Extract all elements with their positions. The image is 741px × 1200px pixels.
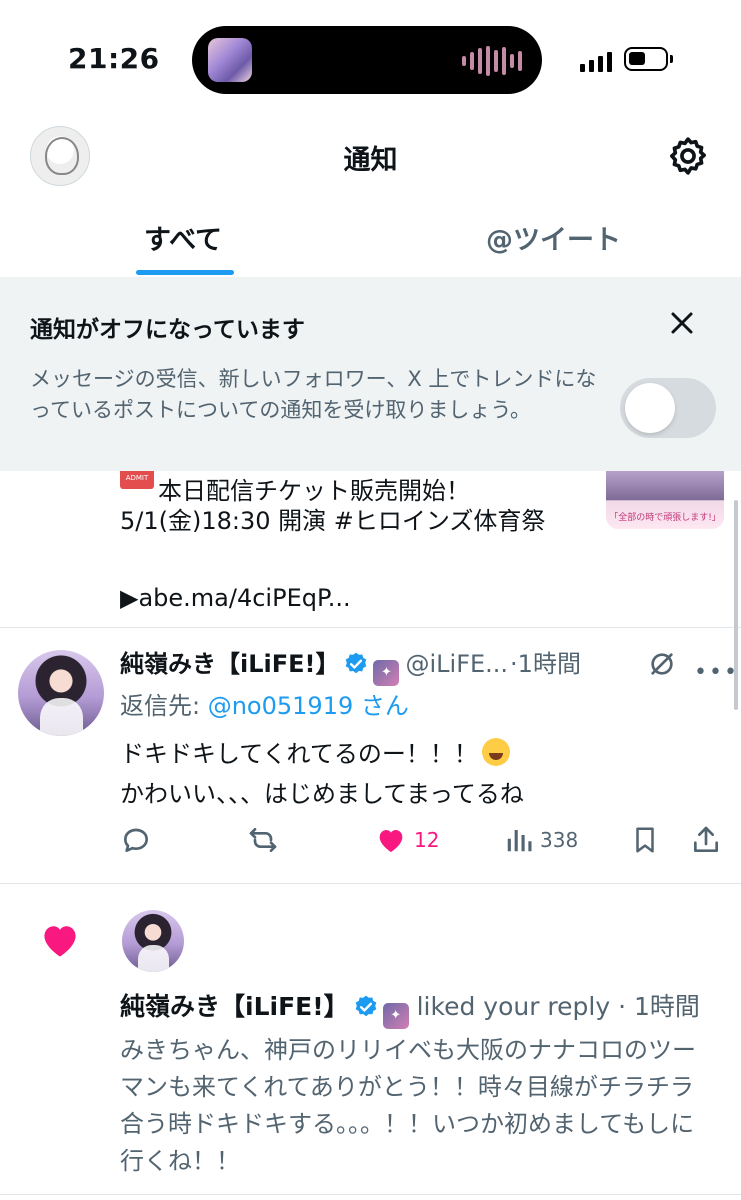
post-author-avatar[interactable]: [18, 650, 104, 736]
banner-title: 通知がオフになっています: [30, 317, 305, 343]
heart-filled-icon: [379, 830, 403, 852]
more-options-icon[interactable]: •••: [694, 660, 739, 685]
reply-icon: [124, 828, 148, 852]
affiliate-badge-icon: ✦: [382, 1003, 409, 1029]
views-icon: [507, 830, 532, 852]
notifications-toggle[interactable]: [620, 378, 716, 438]
post-author-name[interactable]: 純嶺みき【iLiFE!】: [120, 650, 339, 678]
like-action-text: liked your reply: [416, 992, 611, 1021]
liker-name[interactable]: 純嶺みき【iLiFE!】: [120, 992, 349, 1021]
repost-button[interactable]: [246, 824, 280, 856]
signal-icon: [580, 50, 612, 72]
tab-indicator: [136, 270, 234, 275]
liker-avatar[interactable]: [122, 910, 184, 972]
views-button[interactable]: 338: [504, 824, 578, 856]
reply-prefix: 返信先:: [120, 692, 208, 720]
close-icon[interactable]: [664, 305, 700, 341]
repost-icon: [249, 828, 277, 852]
verified-badge-icon: [355, 995, 376, 1017]
reply-mention[interactable]: @no051919 さん: [208, 692, 409, 720]
tab-mentions[interactable]: @ツイート: [486, 218, 621, 257]
toggle-knob: [625, 383, 675, 433]
divider: [0, 883, 741, 884]
crying-laughing-cat-emoji: [481, 738, 510, 766]
dynamic-island[interactable]: [192, 26, 542, 94]
previous-post-text1: 本日配信チケット販売開始！: [158, 477, 470, 505]
reply-to: 返信先: @no051919 さん: [120, 690, 409, 722]
bookmark-button[interactable]: [630, 824, 660, 856]
banner-text: メッセージの受信、新しいフォロワー、X 上でトレンドになっているポストについての…: [30, 367, 597, 422]
like-button[interactable]: 12: [374, 824, 439, 856]
share-button[interactable]: [690, 824, 722, 856]
post-body: ドキドキしてくれてるのー！！！ かわいい、、、はじめましてまってるね: [120, 734, 524, 814]
verified-badge-icon: [346, 652, 367, 674]
post-body-line1: ドキドキしてくれてるのー！！！: [120, 740, 478, 768]
now-playing-artwork: [208, 38, 252, 82]
page-title: 通知: [343, 145, 398, 176]
previous-post-thumbnail[interactable]: 「全部の時で頑張します!」: [606, 471, 724, 529]
grok-icon[interactable]: [646, 648, 678, 680]
previous-post-link[interactable]: ▶abe.ma/4ciPEqP...: [120, 580, 351, 616]
divider: [0, 627, 741, 628]
share-icon: [694, 826, 718, 852]
bookmark-icon: [636, 827, 654, 853]
liked-reply-text[interactable]: みきちゃん、神戸のリリイベも大阪のナナコロのツーマンも来てくれてありがとう！！時…: [120, 1032, 710, 1180]
like-notification-header: 純嶺みき【iLiFE!】 ✦ liked your reply · 1時間: [120, 990, 700, 1029]
post-time: ·1時間: [510, 650, 581, 678]
previous-post-line2: 5/1(金)18:30 開演 #ヒロインズ体育祭: [120, 507, 546, 535]
battery-icon: [624, 47, 668, 71]
divider: [0, 1194, 741, 1195]
like-time: · 1時間: [618, 992, 700, 1021]
thumbnail-caption: 「全部の時で頑張します!」: [609, 513, 721, 523]
tab-all[interactable]: すべて: [144, 218, 222, 257]
post-body-line2: かわいい、、、はじめましてまってるね: [120, 780, 524, 808]
heart-filled-icon: [44, 926, 76, 957]
post-header: 純嶺みき【iLiFE!】 ✦ @iLiFE...·1時間: [120, 648, 581, 686]
gear-icon[interactable]: [666, 134, 710, 178]
affiliate-badge-icon: ✦: [373, 660, 400, 686]
post-handle: @iLiFE...: [405, 650, 509, 678]
reply-button[interactable]: [120, 824, 152, 856]
status-time: 21:26: [68, 42, 160, 75]
audio-waveform-icon: [462, 46, 522, 76]
scrollbar[interactable]: [734, 500, 738, 710]
battery-cap: [670, 55, 673, 63]
post-actions: 12 338: [0, 824, 741, 864]
like-count: 12: [414, 828, 440, 852]
view-count: 338: [540, 828, 579, 852]
